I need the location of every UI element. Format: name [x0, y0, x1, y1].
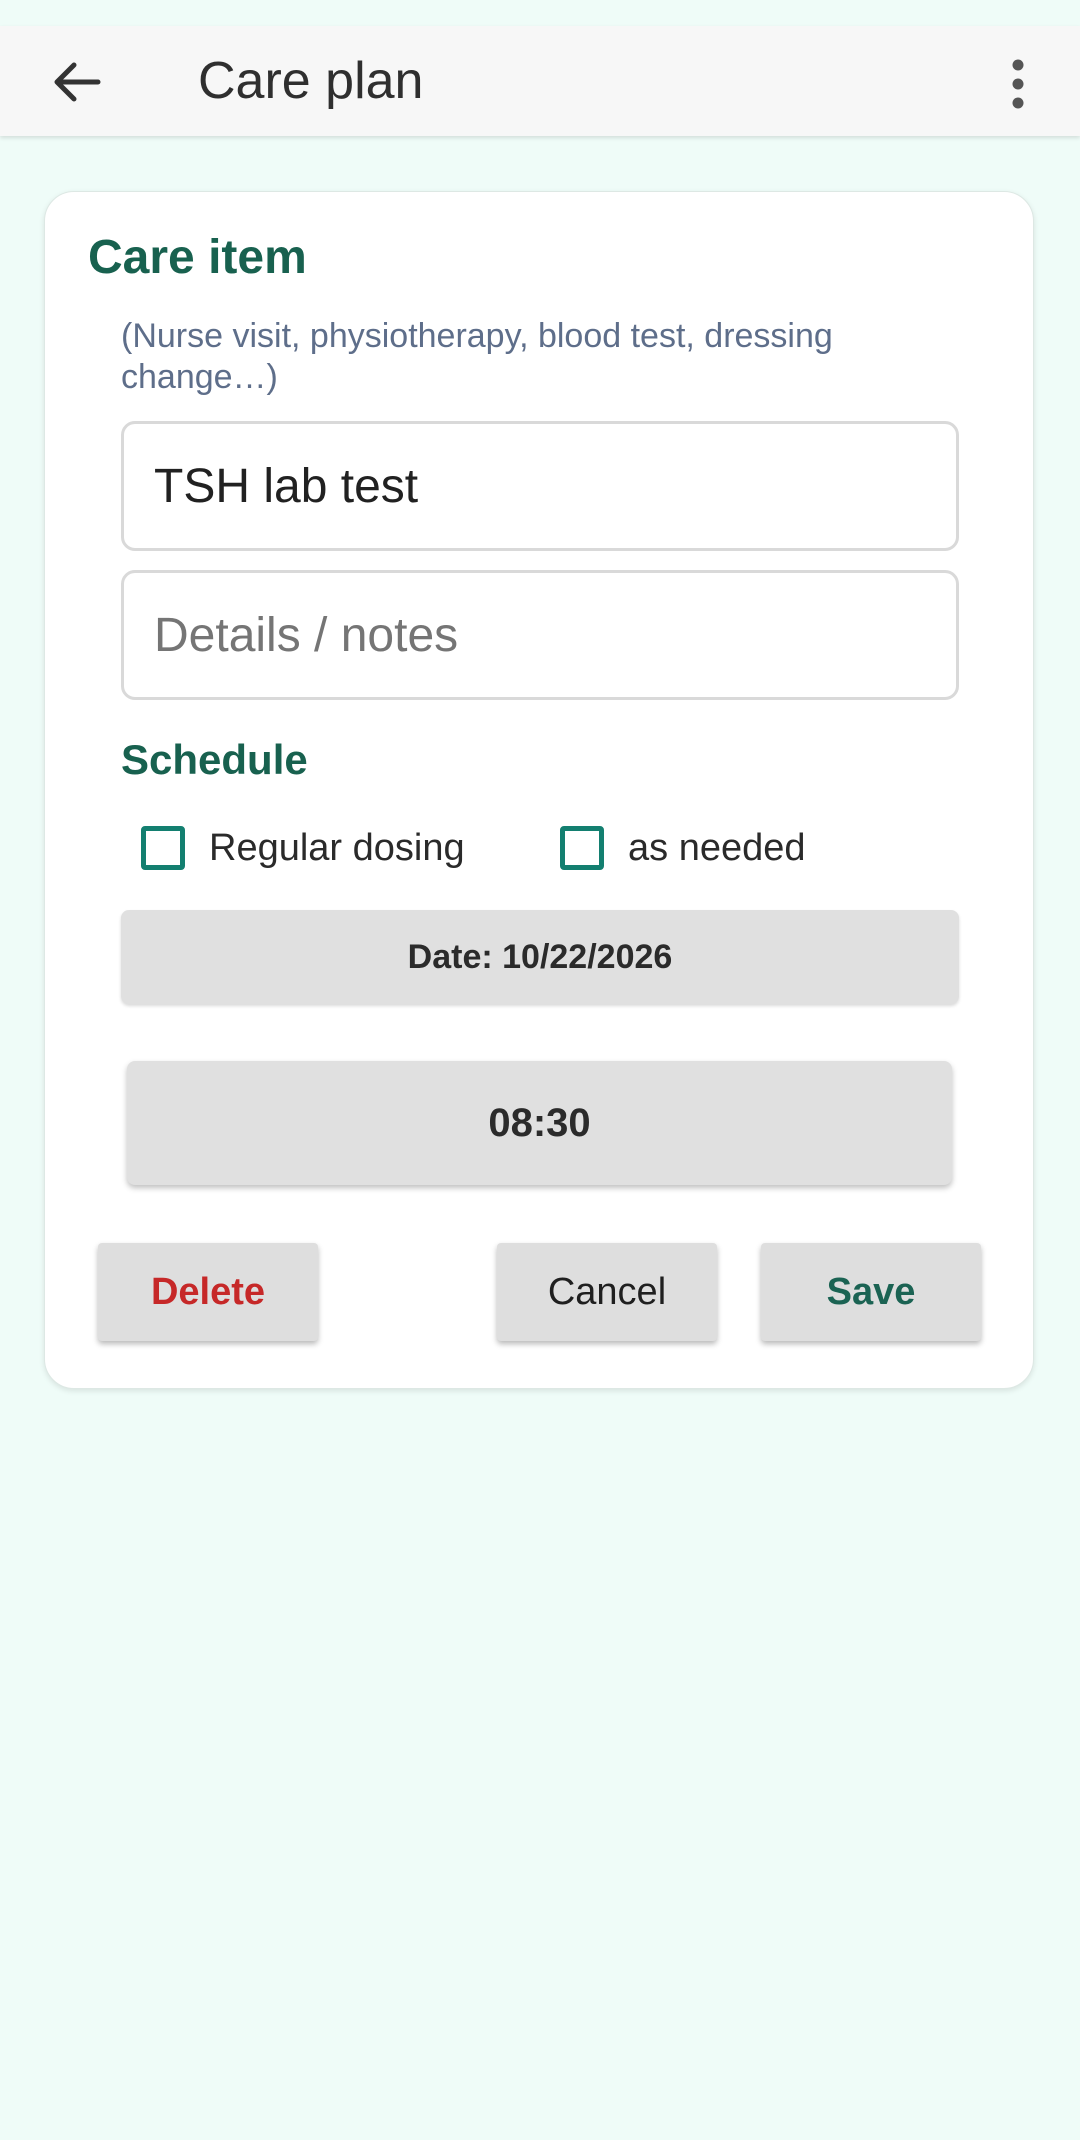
back-button[interactable]	[40, 54, 114, 110]
regular-dosing-label: Regular dosing	[209, 827, 465, 869]
care-item-hint: (Nurse visit, physiotherapy, blood test,…	[121, 317, 833, 396]
checkbox-unchecked-icon	[141, 826, 185, 870]
as-needed-label: as needed	[628, 827, 806, 869]
arrow-back-icon	[54, 62, 101, 102]
card-title: Care item	[88, 231, 307, 284]
cancel-button[interactable]: Cancel	[497, 1243, 717, 1341]
care-item-input[interactable]	[121, 421, 959, 551]
regular-dosing-checkbox[interactable]: Regular dosing	[141, 822, 465, 874]
more-vert-icon	[1012, 59, 1024, 109]
checkbox-unchecked-icon	[560, 826, 604, 870]
time-picker-button[interactable]: 08:30	[127, 1061, 952, 1185]
status-bar	[0, 0, 1080, 26]
as-needed-checkbox[interactable]: as needed	[560, 822, 806, 874]
save-button[interactable]: Save	[761, 1243, 981, 1341]
more-options-button[interactable]	[990, 56, 1046, 112]
details-notes-input[interactable]	[121, 570, 959, 700]
date-picker-button[interactable]: Date: 10/22/2026	[121, 910, 959, 1004]
page-title: Care plan	[198, 52, 424, 110]
schedule-heading: Schedule	[121, 736, 308, 783]
app-bar: Care plan	[0, 26, 1080, 136]
delete-button[interactable]: Delete	[98, 1243, 318, 1341]
